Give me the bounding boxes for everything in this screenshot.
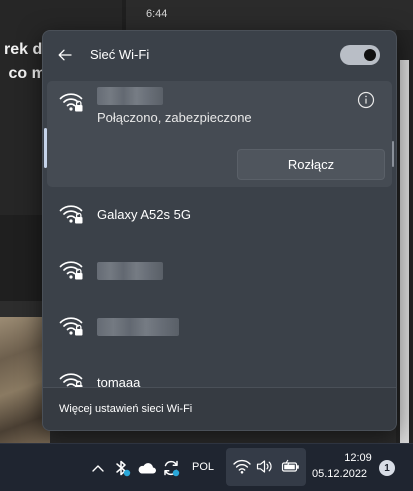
- bluetooth-icon: [116, 460, 131, 477]
- network-item[interactable]: tomaaa: [47, 355, 392, 391]
- taskbar-date[interactable]: 05.12.2022: [312, 468, 367, 480]
- sync-tray-button[interactable]: [160, 456, 182, 480]
- network-list[interactable]: Połączono, zabezpieczone Rozłącz Galaxy …: [43, 79, 396, 391]
- background-clock: 6:44: [146, 8, 168, 20]
- wifi-flyout: Sieć Wi-Fi Połączono, zabezpieczone Rozł…: [42, 30, 397, 431]
- background-scrollbar[interactable]: [400, 60, 409, 443]
- list-scrollbar[interactable]: [392, 141, 394, 167]
- network-item[interactable]: [47, 243, 392, 299]
- network-item[interactable]: [47, 299, 392, 355]
- wifi-toggle[interactable]: [340, 45, 380, 65]
- background-top-bar: [126, 0, 413, 30]
- sync-icon: [164, 460, 180, 477]
- background-headline: rek d co m: [4, 41, 46, 82]
- network-name-redacted: [97, 262, 163, 280]
- notification-badge[interactable]: 1: [379, 460, 395, 476]
- toggle-knob: [364, 49, 376, 61]
- network-item[interactable]: Galaxy A52s 5G: [47, 187, 392, 243]
- quick-settings-button[interactable]: [226, 448, 306, 486]
- flyout-footer: Więcej ustawień sieci Wi-Fi: [43, 387, 396, 430]
- input-language-indicator[interactable]: POL: [192, 461, 214, 473]
- connection-status: Połączono, zabezpieczone: [97, 110, 252, 125]
- flyout-title: Sieć Wi-Fi: [90, 47, 150, 62]
- wifi-secured-icon: [59, 261, 83, 280]
- bluetooth-tray-button[interactable]: [112, 456, 134, 480]
- chevron-up-icon: [92, 465, 104, 472]
- connected-network-item[interactable]: Połączono, zabezpieczone Rozłącz: [47, 81, 392, 187]
- network-name: Galaxy A52s 5G: [97, 207, 191, 222]
- info-icon[interactable]: [357, 91, 375, 109]
- speaker-icon: [256, 460, 272, 473]
- onedrive-cloud-icon: [138, 463, 156, 474]
- flyout-header: Sieć Wi-Fi: [43, 31, 396, 79]
- show-hidden-icons-button[interactable]: [88, 458, 108, 478]
- selection-indicator: [44, 128, 47, 168]
- battery-icon: [281, 459, 299, 472]
- back-button[interactable]: [55, 45, 75, 65]
- taskbar-time[interactable]: 12:09: [340, 452, 376, 464]
- wifi-secured-icon: [59, 93, 83, 112]
- network-name-redacted: [97, 87, 163, 105]
- wifi-secured-icon: [59, 317, 83, 336]
- taskbar: POL 12:09 05.12.2022 1: [0, 443, 413, 491]
- more-wifi-settings-link[interactable]: Więcej ustawień sieci Wi-Fi: [59, 403, 192, 415]
- wifi-icon: [233, 459, 251, 474]
- network-name-redacted: [97, 318, 179, 336]
- wifi-secured-icon: [59, 205, 83, 224]
- disconnect-button[interactable]: Rozłącz: [237, 149, 385, 180]
- arrow-left-icon: [58, 49, 72, 61]
- onedrive-tray-button[interactable]: [136, 456, 158, 480]
